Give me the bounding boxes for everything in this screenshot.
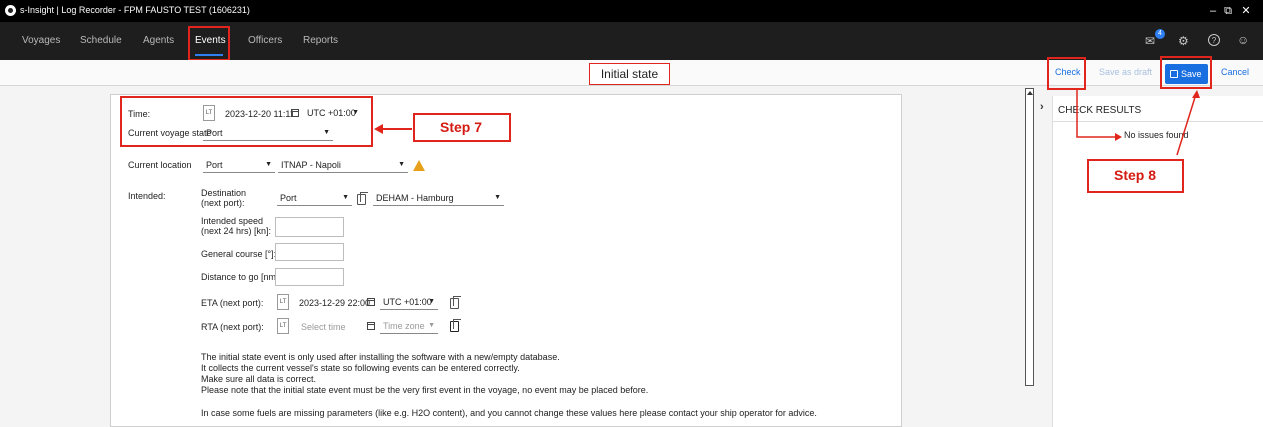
step8-label: Step 8 <box>1114 167 1157 183</box>
annotation-arrows <box>1076 90 1200 156</box>
